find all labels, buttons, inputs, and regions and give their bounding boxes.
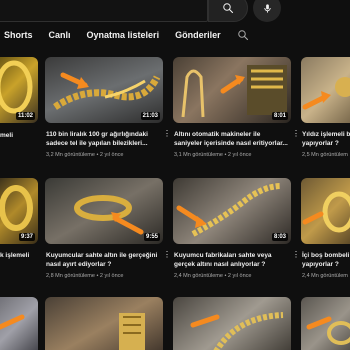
- video-duration: 9:37: [18, 233, 35, 241]
- video-title[interactable]: 110 bin liralık 100 gr ağırlığındaki: [46, 130, 164, 139]
- video-thumbnail[interactable]: [173, 297, 291, 350]
- search-input[interactable]: [0, 0, 208, 22]
- search-button[interactable]: [208, 0, 248, 22]
- more-options-icon[interactable]: ⋮: [292, 250, 300, 259]
- top-search-bar: [0, 0, 350, 22]
- video-meta: 3,1 Mn görüntüleme • 2 yıl önce: [174, 152, 252, 158]
- video-duration: 8:01: [271, 112, 288, 120]
- video-meta: 2,4 Mn görüntülem: [302, 273, 348, 279]
- video-thumbnail[interactable]: 21:03: [45, 57, 163, 123]
- channel-tabs: Shorts Canlı Oynatma listeleri Gönderile…: [0, 22, 350, 48]
- video-thumbnail[interactable]: 9:55: [45, 178, 163, 244]
- video-title-line2[interactable]: sadece tel ile yapılan bilezikleri...: [46, 139, 164, 148]
- gold-chain-image: [190, 312, 284, 350]
- video-duration: 11:02: [15, 112, 35, 120]
- video-title[interactable]: Yıldız işlemeli bi: [302, 130, 350, 139]
- video-title[interactable]: İçi boş bombeli bi: [302, 251, 350, 260]
- video-title-line2[interactable]: saniyeler içerisinde nasıl eritiyorlar..…: [174, 139, 292, 148]
- video-meta: 2,4 Mn görüntüleme • 2 yıl önce: [174, 273, 252, 279]
- video-thumbnail[interactable]: 8:03: [173, 178, 291, 244]
- more-options-icon[interactable]: ⋮: [163, 250, 171, 259]
- video-title-line2[interactable]: yapıyorlar ?: [302, 260, 350, 269]
- video-thumbnail[interactable]: 9:37: [0, 178, 38, 244]
- video-thumbnail[interactable]: [45, 297, 163, 350]
- video-title-line2[interactable]: nasıl ayırt ediyorlar ?: [46, 260, 164, 269]
- video-thumbnail[interactable]: [0, 297, 38, 350]
- tab-posts[interactable]: Gönderiler: [175, 30, 221, 40]
- gold-image: [0, 314, 25, 330]
- video-thumbnail[interactable]: 8:01: [173, 57, 291, 123]
- gold-image: [119, 313, 145, 350]
- video-title[interactable]: k işlemeli: [0, 251, 38, 260]
- video-thumbnail[interactable]: 11:02: [0, 57, 38, 123]
- gold-image: [302, 191, 350, 233]
- search-icon[interactable]: [237, 29, 249, 41]
- video-title[interactable]: Kuyumcular sahte altın ile gerçeğini: [46, 251, 164, 260]
- tab-shorts[interactable]: Shorts: [4, 30, 33, 40]
- video-thumbnail[interactable]: [301, 178, 350, 244]
- video-duration: 9:55: [143, 233, 160, 241]
- video-duration: 21:03: [140, 112, 160, 120]
- tab-live[interactable]: Canlı: [49, 30, 71, 40]
- video-thumbnail[interactable]: [301, 57, 350, 123]
- mic-icon: [263, 3, 271, 13]
- more-options-icon[interactable]: ⋮: [292, 129, 300, 138]
- gold-image: [306, 316, 350, 345]
- video-meta: 3,2 Mn görüntüleme • 2 yıl önce: [46, 152, 124, 158]
- gold-image: [302, 77, 350, 110]
- video-title-line2[interactable]: yapıyorlar ?: [302, 139, 350, 148]
- video-meta: 2,5 Mn görüntülem: [302, 152, 348, 158]
- video-duration: 8:03: [271, 233, 288, 241]
- video-title[interactable]: meli: [0, 131, 38, 140]
- video-title-line2[interactable]: gerçek altını nasıl anlıyorlar ?: [174, 260, 292, 269]
- video-meta: 2,8 Mn görüntüleme • 2 yıl önce: [46, 273, 124, 279]
- tab-playlists[interactable]: Oynatma listeleri: [87, 30, 160, 40]
- voice-search-button[interactable]: [253, 0, 281, 22]
- search-icon: [223, 3, 234, 14]
- video-title[interactable]: Kuyumcu fabrikaları sahte veya: [174, 251, 292, 260]
- video-title[interactable]: Altını otomatik makineler ile: [174, 130, 292, 139]
- video-thumbnail[interactable]: [301, 297, 350, 350]
- more-options-icon[interactable]: ⋮: [163, 129, 171, 138]
